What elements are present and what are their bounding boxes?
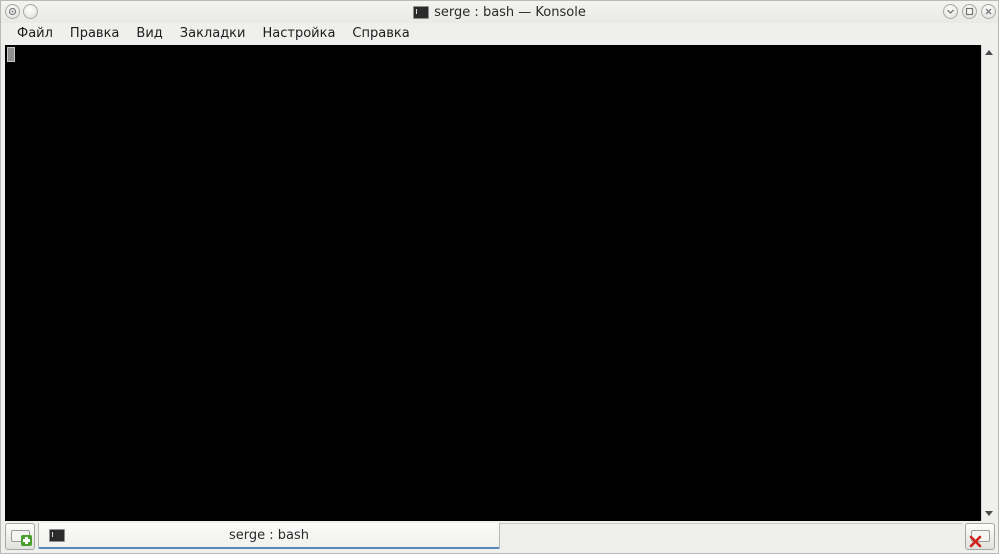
tab-bar: serge : bash: [1, 521, 998, 553]
new-tab-button[interactable]: [5, 523, 35, 550]
close-tab-button[interactable]: [965, 523, 995, 550]
window-title-area: serge : bash — Konsole: [1, 4, 998, 21]
vertical-scrollbar[interactable]: [981, 45, 995, 521]
text-cursor: [7, 47, 15, 62]
maximize-icon: [963, 5, 976, 18]
menu-settings[interactable]: Настройка: [254, 23, 344, 44]
window-title: serge : bash — Konsole: [434, 5, 586, 20]
minimize-button[interactable]: [943, 4, 958, 19]
menu-bookmarks[interactable]: Закладки: [172, 23, 255, 44]
title-bar[interactable]: serge : bash — Konsole: [1, 1, 998, 23]
red-x-icon: [969, 533, 982, 548]
konsole-window: serge : bash — Konsole Файл Правка Вид З…: [0, 0, 999, 554]
plus-icon: [21, 535, 32, 546]
maximize-button[interactable]: [962, 4, 977, 19]
menu-edit[interactable]: Правка: [62, 23, 128, 44]
close-button[interactable]: [981, 4, 996, 19]
terminal-icon: [413, 6, 430, 19]
scroll-down-icon[interactable]: [985, 511, 993, 516]
menu-view[interactable]: Вид: [128, 23, 171, 44]
close-icon: [982, 5, 995, 18]
tab-label: serge : bash: [228, 528, 309, 543]
minimize-icon: [944, 5, 957, 18]
menu-help[interactable]: Справка: [344, 23, 418, 44]
menu-bar: Файл Правка Вид Закладки Настройка Справ…: [1, 23, 998, 44]
menu-file[interactable]: Файл: [9, 23, 62, 44]
scroll-up-icon[interactable]: [985, 50, 993, 55]
tab-bar-empty-area: [500, 523, 962, 549]
tab-serge-bash[interactable]: serge : bash: [38, 523, 500, 549]
terminal-area[interactable]: [5, 45, 981, 521]
